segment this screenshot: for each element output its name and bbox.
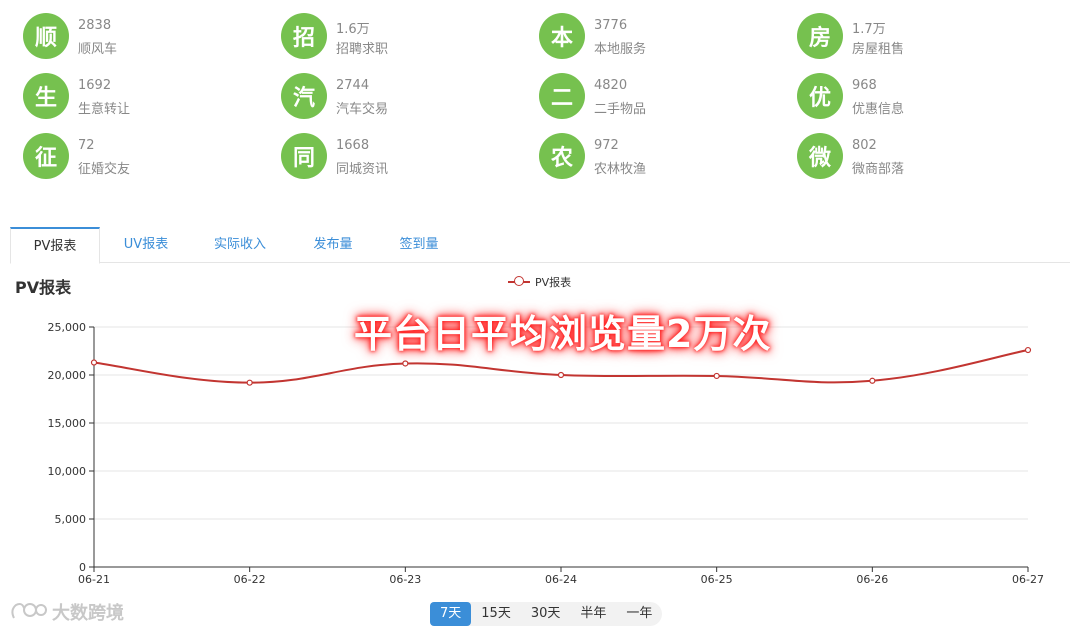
range-half-year-button[interactable]: 半年 [570,602,616,626]
data-point [869,377,876,384]
range-30d-button[interactable]: 30天 [521,602,571,626]
range-selector: 7天 15天 30天 半年 一年 [430,602,663,626]
data-point [246,379,253,386]
x-tick-label: 06-27 [1012,573,1044,586]
y-tick-label: 15,000 [48,417,87,430]
x-tick-label: 06-23 [389,573,421,586]
x-tick-label: 06-26 [856,573,888,586]
y-tick-label: 25,000 [48,321,87,334]
overlay-caption: 平台日平均浏览量2万次 [354,312,772,356]
x-tick-label: 06-21 [78,573,110,586]
x-tick-label: 06-25 [701,573,733,586]
range-7d-button[interactable]: 7天 [430,602,472,626]
watermark: 大数跨境 [8,599,124,625]
range-15d-button[interactable]: 15天 [471,602,521,626]
x-tick-label: 06-24 [545,573,577,586]
y-tick-label: 10,000 [48,465,87,478]
x-tick-label: 06-22 [234,573,266,586]
y-tick-label: 5,000 [55,513,87,526]
watermark-logo-icon [11,603,47,619]
data-point [90,359,98,366]
data-point [557,371,565,379]
data-point [402,360,409,367]
data-point [713,372,720,380]
watermark-text: 大数跨境 [52,603,124,624]
y-tick-label: 20,000 [48,369,87,382]
data-point [1024,346,1032,354]
range-year-button[interactable]: 一年 [616,602,662,626]
